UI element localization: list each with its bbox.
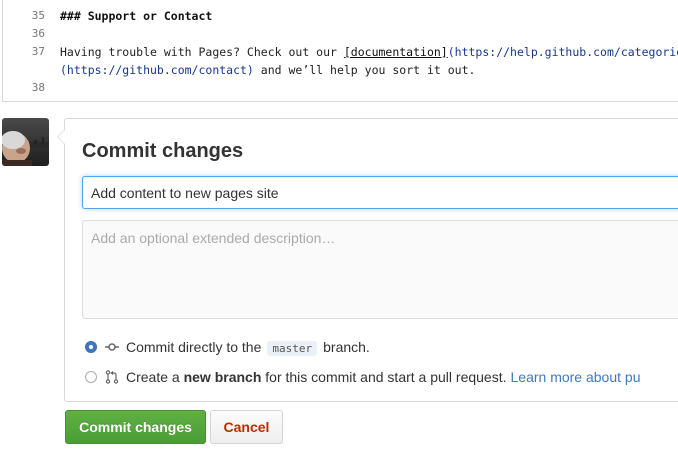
code-text: (https://github.com/contact) and we’ll h… [60, 61, 475, 79]
code-link-url: (https://github.com/contact) [60, 63, 254, 77]
git-commit-icon [105, 343, 119, 351]
code-text: ### Support or Contact [60, 9, 213, 23]
avatar-image [2, 118, 49, 166]
commit-form-title: Commit changes [82, 140, 244, 162]
new-branch-text: Create a [126, 369, 180, 385]
commit-direct-radio[interactable] [85, 341, 97, 353]
git-pull-request-icon [105, 370, 119, 384]
code-text: Having trouble with Pages? Check out our… [60, 43, 678, 61]
new-branch-bold: new branch [183, 369, 262, 385]
commit-direct-text: Commit directly to the [126, 338, 262, 355]
new-branch-radio[interactable] [85, 371, 97, 383]
line-number: 38 [31, 81, 45, 94]
code-line: 37 Having trouble with Pages? Check out … [3, 43, 678, 61]
new-branch-text-after: for this commit and start a pull request… [265, 369, 507, 385]
commit-direct-text-after: branch. [323, 338, 370, 355]
commit-changes-button[interactable]: Commit changes [65, 410, 206, 444]
line-number: 36 [31, 27, 45, 40]
code-editor[interactable]: · 35 ### Support or Contact 36 37 Having… [2, 0, 678, 102]
code-link-text: [documentation] [343, 45, 448, 59]
code-link-url: (https://help.github.com/categories/gi [447, 45, 678, 59]
commit-direct-label: Commit directly to the master branch. [126, 339, 370, 356]
line-number: 35 [31, 9, 45, 22]
code-line: 35 ### Support or Contact [3, 7, 678, 25]
commit-description-input[interactable] [82, 220, 678, 319]
code-line: 38 [3, 79, 678, 97]
avatar[interactable] [2, 118, 49, 166]
commit-direct-option[interactable]: Commit directly to the master branch. [85, 337, 370, 357]
commit-form: Commit changes Commit directly to the mas… [57, 118, 678, 402]
new-branch-option[interactable]: Create a new branch for this commit and … [85, 367, 640, 387]
commit-summary-input[interactable] [82, 176, 678, 209]
code-prefix: Having trouble with Pages? Check out our [60, 45, 344, 59]
cancel-button[interactable]: Cancel [210, 410, 283, 444]
branch-name: master [267, 340, 318, 356]
learn-more-link[interactable]: Learn more about pu [511, 369, 641, 385]
line-number: 37 [31, 45, 45, 58]
code-line: 36 [3, 25, 678, 43]
code-suffix: and we’ll help you sort it out. [253, 63, 476, 77]
new-branch-label: Create a new branch for this commit and … [126, 369, 640, 385]
code-line: (https://github.com/contact) and we’ll h… [3, 61, 678, 79]
